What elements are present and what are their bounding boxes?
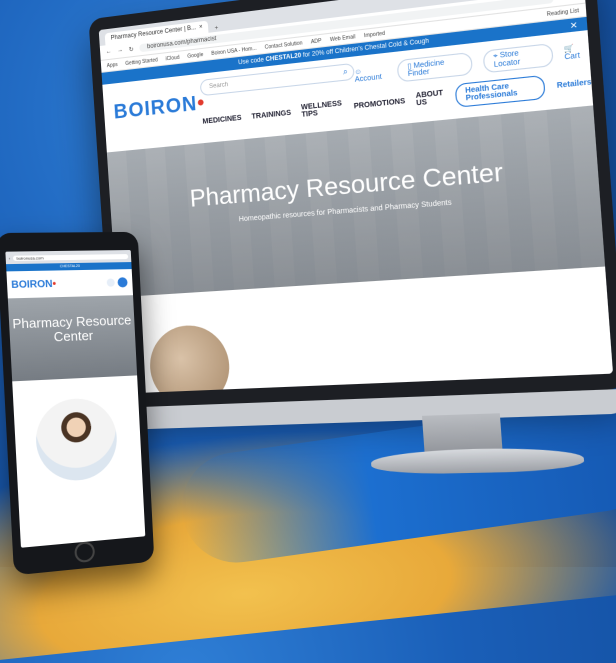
medicine-finder-button[interactable]: ▯ Medicine Finder [397, 52, 473, 83]
bookmark-item[interactable]: Getting Started [125, 57, 158, 67]
tablet-boiron-logo[interactable]: BOIRON• [11, 279, 56, 291]
tablet-back-icon[interactable]: ‹ [9, 255, 11, 260]
tablet-hero-title: Pharmacy Resource Center [9, 313, 136, 346]
monitor-base [370, 446, 584, 475]
bookmark-item[interactable]: ADP [311, 37, 322, 45]
reading-list-link[interactable]: Reading List [546, 7, 579, 17]
monitor-bezel: Pharmacy Resource Center | B... × + ← → … [88, 0, 616, 408]
nav-item-promotions[interactable]: PROMOTIONS [354, 97, 406, 110]
bookmark-item[interactable]: Contact Solution [265, 40, 303, 51]
nav-item-trainings[interactable]: TRAININGS [251, 109, 291, 120]
bookmark-item[interactable]: Apps [107, 61, 118, 68]
tab-close-icon[interactable]: × [199, 24, 203, 31]
tablet-device: ‹ boironusa.com CHESTAL20 BOIRON• Pharma… [0, 232, 154, 576]
nav-item-wellness-tips[interactable]: WELLNESS TIPS [301, 100, 344, 119]
retailers-link[interactable]: Retailers [557, 78, 592, 89]
nav-item-about-us[interactable]: ABOUT US [416, 90, 445, 108]
back-icon[interactable]: ← [106, 49, 112, 56]
promo-prefix: Use code [238, 57, 264, 66]
bookmark-item[interactable]: iCloud [165, 54, 179, 62]
store-locator-button[interactable]: ⌖ Store Locator [483, 43, 554, 73]
tablet-pharmacist-photo [34, 397, 119, 484]
desktop-monitor: Pharmacy Resource Center | B... × + ← → … [88, 0, 616, 488]
cart-link[interactable]: 🛒 Cart [564, 42, 590, 61]
boiron-logo[interactable]: BOIRON• [113, 92, 206, 125]
promo-code: CHESTAL20 [265, 53, 301, 63]
bookmark-item[interactable]: Web Email [330, 33, 356, 42]
menu-icon[interactable] [107, 278, 115, 286]
tablet-address-bar[interactable]: boironusa.com [13, 254, 128, 261]
forward-icon[interactable]: → [117, 47, 123, 54]
tablet-content [12, 375, 145, 536]
search-icon[interactable]: ⌕ [343, 65, 349, 80]
tablet-search-icon[interactable] [117, 277, 127, 287]
bookmark-item[interactable]: Google [187, 51, 203, 59]
reload-icon[interactable]: ↻ [129, 45, 134, 53]
star-icon[interactable]: ☆ [560, 0, 567, 2]
account-link[interactable]: ☺ Account [354, 65, 387, 83]
tablet-hero: Pharmacy Resource Center [8, 295, 137, 381]
nav-item-medicines[interactable]: MEDICINES [202, 114, 241, 125]
new-tab-icon[interactable]: + [215, 25, 219, 32]
health-care-professionals-button[interactable]: Health Care Professionals [455, 75, 547, 108]
bookmark-item[interactable]: Imported [364, 30, 386, 39]
monitor-screen: Pharmacy Resource Center | B... × + ← → … [99, 0, 613, 394]
pin-icon: ⌖ [493, 52, 498, 60]
tablet-site-header: BOIRON• [6, 269, 133, 298]
close-icon[interactable]: ✕ [570, 20, 579, 31]
tablet-screen: ‹ boironusa.com CHESTAL20 BOIRON• Pharma… [5, 250, 145, 548]
